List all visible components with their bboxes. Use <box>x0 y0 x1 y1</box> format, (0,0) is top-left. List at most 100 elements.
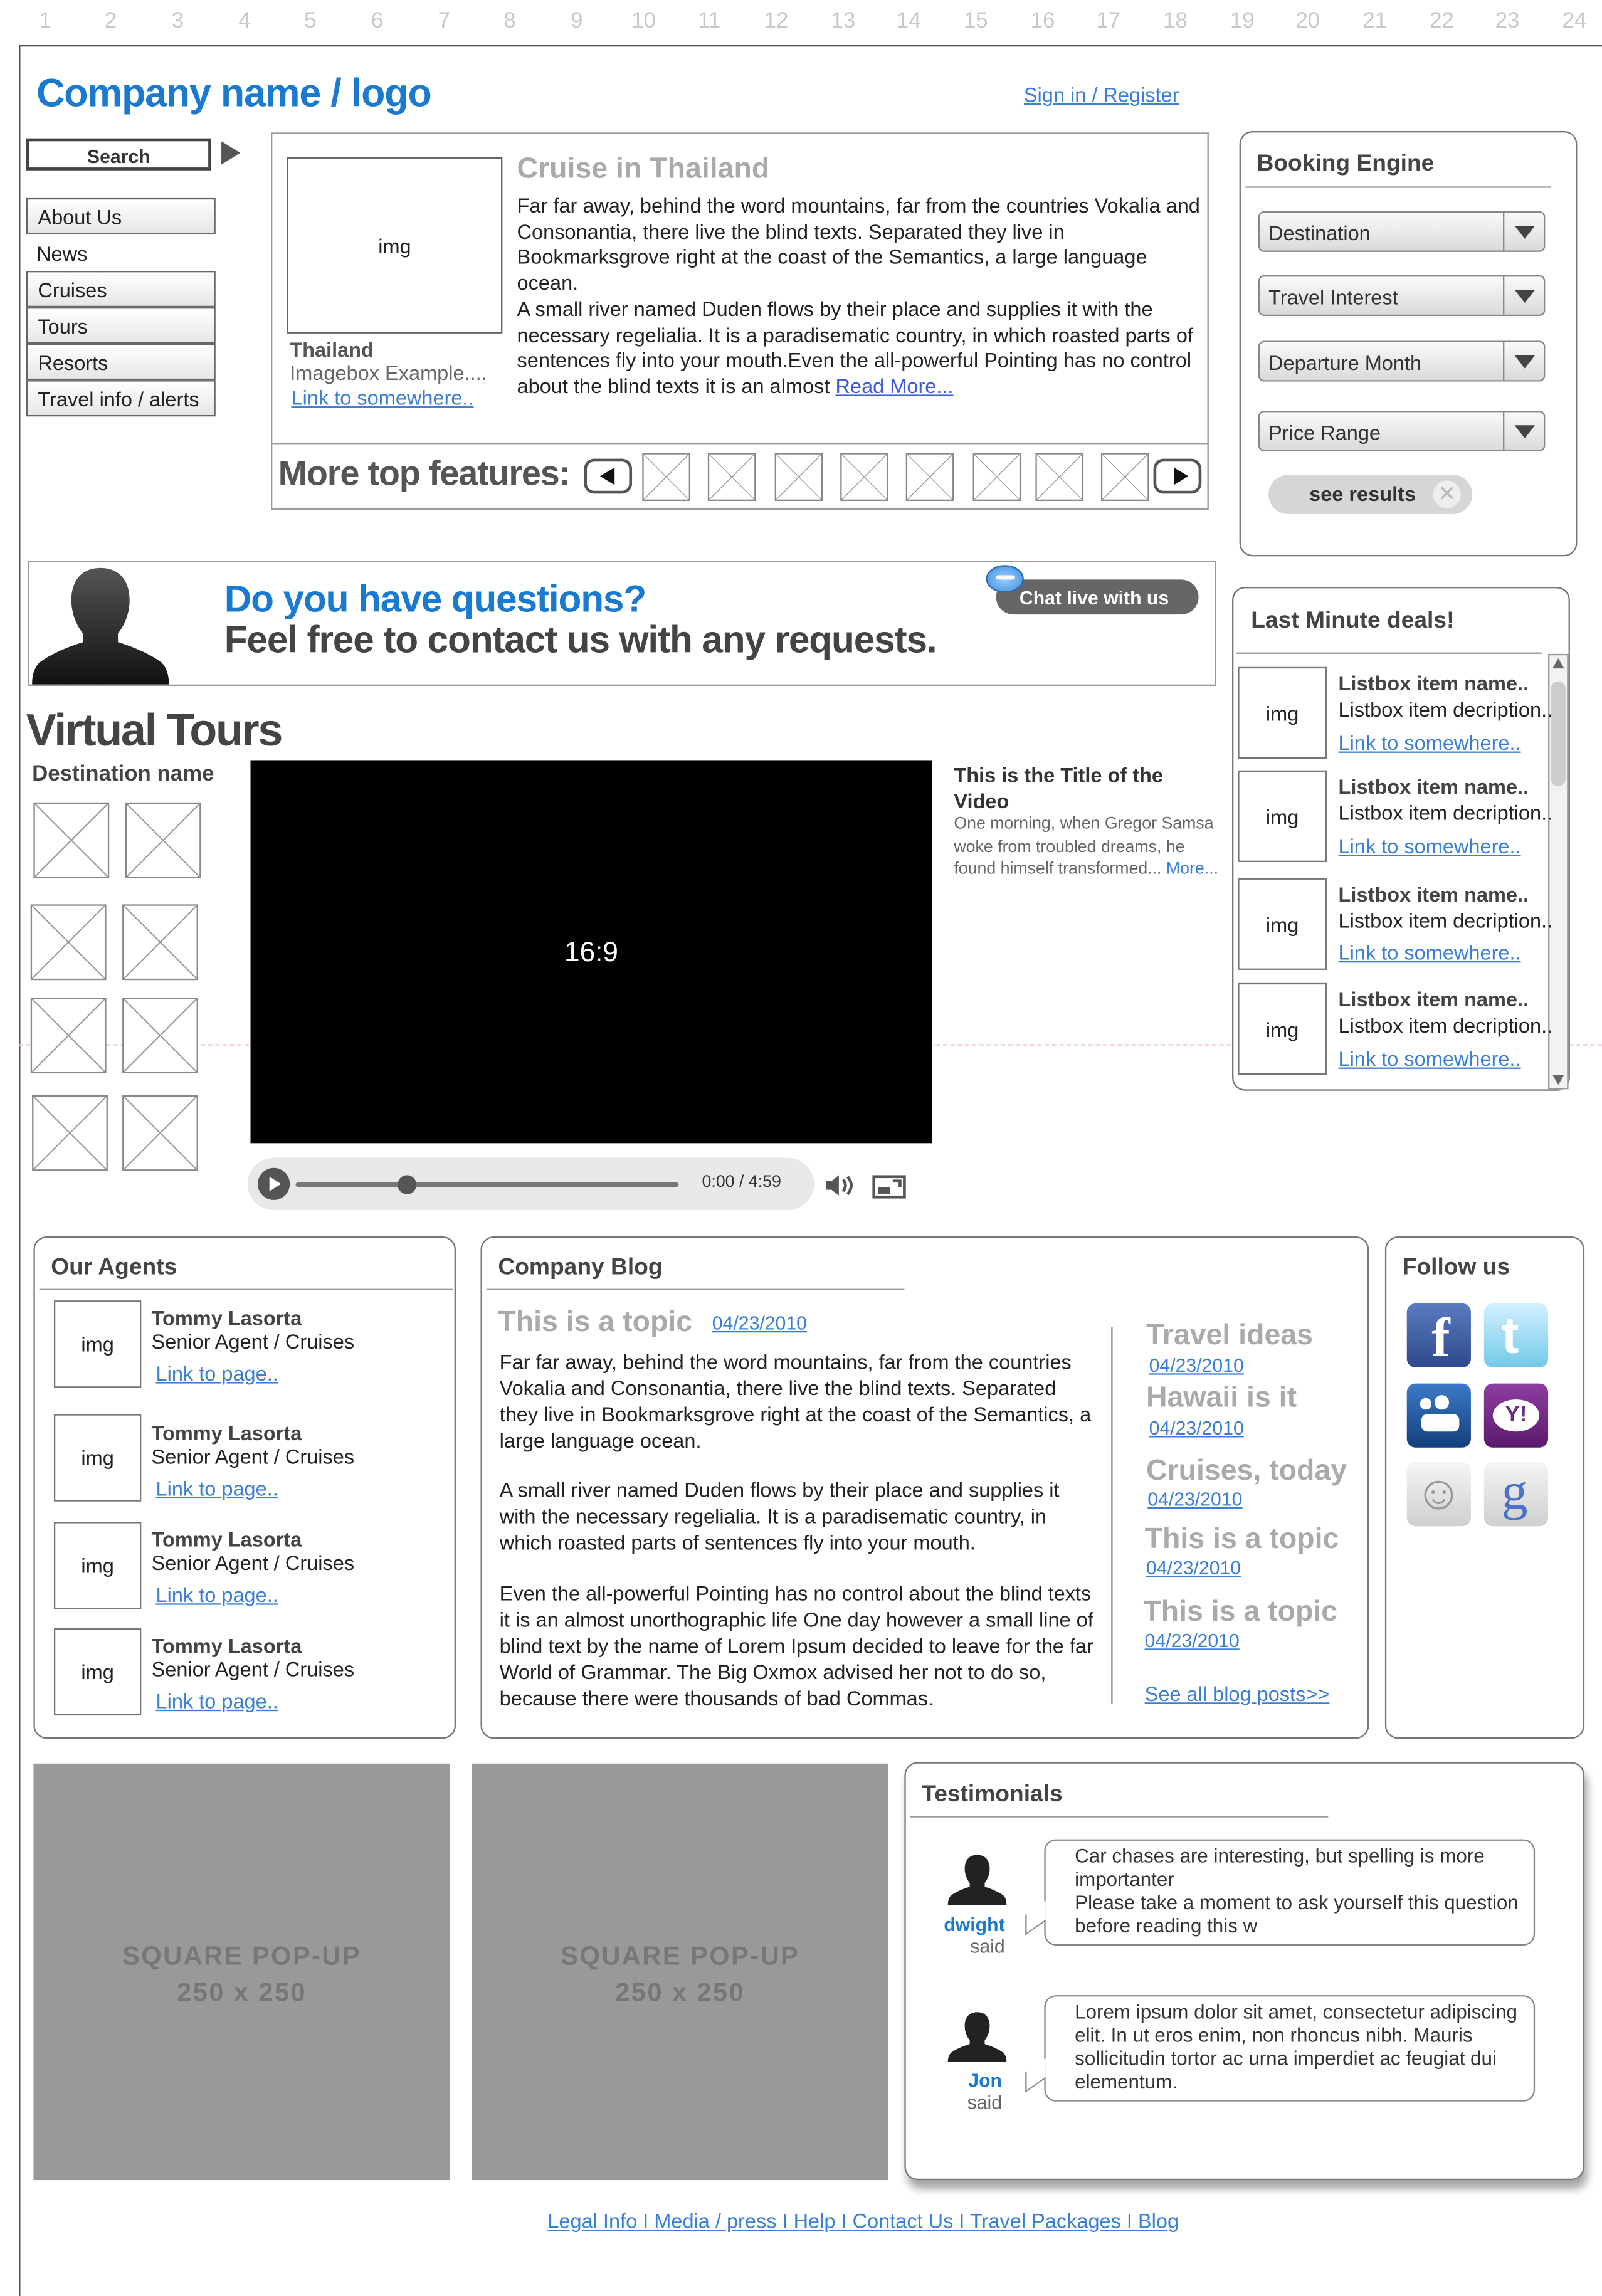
video-description: One morning, when Gregor Samsa woke from… <box>954 814 1219 882</box>
blog-side-topic[interactable]: This is a topic <box>1145 1524 1339 1557</box>
nav-travel-info[interactable]: Travel info / alerts <box>26 380 216 417</box>
see-results-button[interactable]: see results ✕ <box>1268 475 1473 514</box>
tour-thumbnail-image[interactable] <box>125 802 201 878</box>
agent-link[interactable]: Link to page.. <box>156 1583 278 1606</box>
destination-name: Destination name <box>32 761 214 787</box>
see-all-posts-link[interactable]: See all blog posts>> <box>1145 1682 1330 1705</box>
testimonial-bubble: Car chases are interesting, but spelling… <box>1044 1839 1536 1946</box>
tour-thumbnail-image[interactable] <box>32 1095 108 1171</box>
destination-select[interactable]: Destination <box>1258 211 1546 252</box>
smiley-icon[interactable]: ☺ <box>1406 1461 1471 1527</box>
blog-side-topic[interactable]: This is a topic <box>1143 1596 1337 1630</box>
blog-side-date[interactable]: 04/23/2010 <box>1149 1417 1244 1439</box>
blog-side-date[interactable]: 04/23/2010 <box>1149 1354 1244 1376</box>
grid-number: 9 <box>571 8 583 34</box>
price-range-select[interactable]: Price Range <box>1258 411 1546 452</box>
google-icon[interactable]: g <box>1483 1461 1549 1527</box>
chat-live-button[interactable]: Chat live with us <box>996 579 1199 615</box>
agent-role: Senior Agent / Cruises <box>151 1445 355 1468</box>
feature-thumbnail-image[interactable] <box>905 453 954 502</box>
blog-side-topic[interactable]: Cruises, today <box>1146 1455 1347 1488</box>
agent-link[interactable]: Link to page.. <box>156 1477 278 1500</box>
blog-side-topic[interactable]: Travel ideas <box>1146 1319 1313 1352</box>
search-input[interactable]: Search <box>26 138 211 171</box>
logo[interactable]: Company name / logo <box>36 71 432 117</box>
blog-side-date[interactable]: 04/23/2010 <box>1145 1630 1240 1651</box>
agent-role: Senior Agent / Cruises <box>151 1657 355 1681</box>
travel-interest-select[interactable]: Travel Interest <box>1258 275 1546 317</box>
grid-number: 11 <box>698 8 721 34</box>
play-icon[interactable] <box>258 1167 290 1200</box>
tour-thumbnail-image[interactable] <box>30 904 107 981</box>
video-more-link[interactable]: More... <box>1166 861 1218 878</box>
deal-link[interactable]: Link to somewhere.. <box>1339 835 1521 858</box>
feature-caption-text: Imagebox Example.... <box>290 361 487 385</box>
nav-tours[interactable]: Tours <box>26 307 216 344</box>
features-prev-button[interactable] <box>584 458 633 494</box>
feature-thumbnail-image[interactable] <box>1035 453 1084 502</box>
tour-thumbnail-image[interactable] <box>30 998 107 1073</box>
features-next-button[interactable] <box>1153 458 1202 494</box>
close-icon: ✕ <box>1433 480 1461 508</box>
grid-number: 2 <box>104 8 117 34</box>
agent-link[interactable]: Link to page.. <box>156 1362 278 1385</box>
feature-thumbnail-image[interactable] <box>972 453 1021 502</box>
myspace-icon[interactable] <box>1406 1383 1471 1448</box>
fullscreen-icon[interactable] <box>872 1174 907 1200</box>
facebook-icon[interactable]: f <box>1406 1303 1471 1369</box>
testimonials-title-underline <box>910 1816 1329 1818</box>
sign-in-link[interactable]: Sign in / Register <box>1024 83 1179 106</box>
blog-side-topic[interactable]: Hawaii is it <box>1146 1382 1297 1415</box>
chat-bubble-icon <box>986 565 1024 593</box>
chat-live-label: Chat live with us <box>1019 587 1169 609</box>
video-player[interactable]: 16:9 <box>250 760 932 1144</box>
nav-about-us[interactable]: About Us <box>26 197 216 234</box>
scroll-up-icon[interactable] <box>1552 658 1564 669</box>
testimonial-author: dwight <box>944 1914 1005 1935</box>
nav-cruises[interactable]: Cruises <box>26 271 216 308</box>
testimonial-said: said <box>967 2091 1003 2114</box>
feature-thumbnail-image[interactable] <box>1100 453 1149 502</box>
feature-thumbnail-image[interactable] <box>774 453 823 502</box>
person-silhouette-icon <box>947 2012 1007 2062</box>
blog-side-date[interactable]: 04/23/2010 <box>1147 1488 1242 1510</box>
nav-news[interactable]: News <box>36 242 87 265</box>
square-popup-ad[interactable]: SQUARE POP-UP 250 x 250 <box>472 1763 888 2181</box>
video-progress-track[interactable] <box>295 1182 679 1187</box>
twitter-icon[interactable]: t <box>1483 1303 1549 1368</box>
feature-paragraph-1: Far far away, behind the word mountains,… <box>517 193 1200 295</box>
deal-link[interactable]: Link to somewhere.. <box>1339 731 1521 754</box>
video-time-separator: / <box>739 1174 744 1191</box>
nav-resorts[interactable]: Resorts <box>26 344 216 381</box>
volume-icon[interactable] <box>825 1172 856 1199</box>
footer-links[interactable]: Legal Info I Media / press I Help I Cont… <box>547 2209 1179 2233</box>
search-go-icon[interactable] <box>221 141 241 165</box>
testimonials-title: Testimonials <box>922 1782 1063 1808</box>
grid-number: 17 <box>1096 8 1120 34</box>
yahoo-icon[interactable]: Y! <box>1483 1383 1549 1448</box>
feature-thumbnail-image[interactable] <box>642 453 690 502</box>
square-popup-ad[interactable]: SQUARE POP-UP 250 x 250 <box>33 1763 450 2181</box>
blog-title-underline <box>486 1288 905 1290</box>
feature-thumbnail-image[interactable] <box>707 453 756 502</box>
page: 1 2 3 4 5 6 7 8 9 10 11 12 13 14 15 16 1… <box>0 0 1602 2296</box>
blog-side-date[interactable]: 04/23/2010 <box>1146 1557 1241 1579</box>
tour-thumbnail-image[interactable] <box>122 904 198 981</box>
feature-caption-link[interactable]: Link to somewhere.. <box>292 386 474 409</box>
read-more-link[interactable]: Read More... <box>836 374 954 398</box>
deal-link[interactable]: Link to somewhere.. <box>1339 1047 1521 1070</box>
chevron-down-icon <box>1503 412 1544 450</box>
departure-month-select[interactable]: Departure Month <box>1258 340 1546 382</box>
deal-name: Listbox item name.. <box>1338 882 1529 906</box>
feature-image: img <box>287 157 503 334</box>
tour-thumbnail-image[interactable] <box>33 802 110 878</box>
deal-link[interactable]: Link to somewhere.. <box>1339 940 1521 964</box>
contact-question: Do you have questions? <box>224 576 647 621</box>
blog-post-date[interactable]: 04/23/2010 <box>712 1312 807 1334</box>
tour-thumbnail-image[interactable] <box>122 1095 198 1171</box>
feature-thumbnail-image[interactable] <box>840 453 888 502</box>
tour-thumbnail-image[interactable] <box>122 998 198 1073</box>
agent-link[interactable]: Link to page.. <box>156 1689 278 1712</box>
blog-post-title[interactable]: This is a topic <box>498 1306 692 1339</box>
scroll-down-icon[interactable] <box>1552 1075 1564 1085</box>
